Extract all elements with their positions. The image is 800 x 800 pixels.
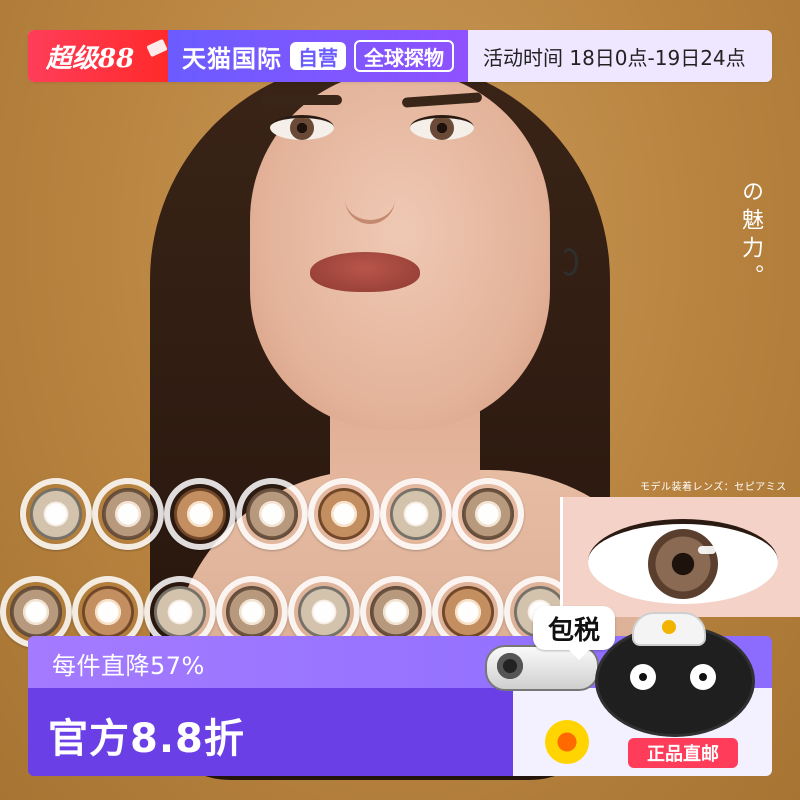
mascot-cap: [632, 612, 706, 646]
super-88-badge-text: 超级88: [46, 43, 135, 74]
product-banner: の魅力。 超级88 天猫国际 自营 全球探物 活动时间 18日0点-19日24点…: [0, 0, 800, 800]
top-campaign-banner: 超级88 天猫国际 自营 全球探物 活动时间 18日0点-19日24点: [28, 30, 772, 82]
global-discovery-pill: 全球探物: [354, 40, 454, 72]
self-operated-pill: 自营: [290, 42, 346, 70]
eye-closeup: [588, 519, 778, 604]
lens-sample: [92, 478, 164, 550]
flower-icon: [545, 720, 589, 764]
lens-sample: [236, 478, 308, 550]
earring: [560, 248, 578, 276]
right-eye: [410, 115, 474, 140]
model-lens-label: モデル装着レンズ：セピアミス: [640, 482, 787, 493]
lens-sample: [164, 478, 236, 550]
tmall-global-bar: 天猫国际 自营 全球探物: [168, 30, 468, 82]
genuine-direct-mail-badge: 正品直邮: [628, 738, 738, 768]
tax-included-bubble: 包税: [533, 606, 615, 660]
lens-sample: [20, 478, 92, 550]
eye-closeup-panel: [560, 497, 800, 617]
mascot-eye-right: [690, 664, 716, 690]
vertical-japanese-text: の魅力。: [738, 180, 763, 292]
tmall-global-text: 天猫国际: [182, 44, 282, 73]
lens-sample: [308, 478, 380, 550]
super-88-badge: 超级88: [28, 30, 168, 82]
left-brow: [262, 95, 342, 105]
lens-sample: [452, 478, 524, 550]
lips: [310, 252, 420, 292]
left-eye: [270, 115, 334, 140]
lens-sample: [380, 478, 452, 550]
promo-discount-text: 每件直降57%: [52, 652, 205, 680]
official-discount-text: 官方8.8折: [48, 716, 245, 762]
mascot-eye-left: [630, 664, 656, 690]
event-time-text: 活动时间 18日0点-19日24点: [483, 45, 746, 70]
